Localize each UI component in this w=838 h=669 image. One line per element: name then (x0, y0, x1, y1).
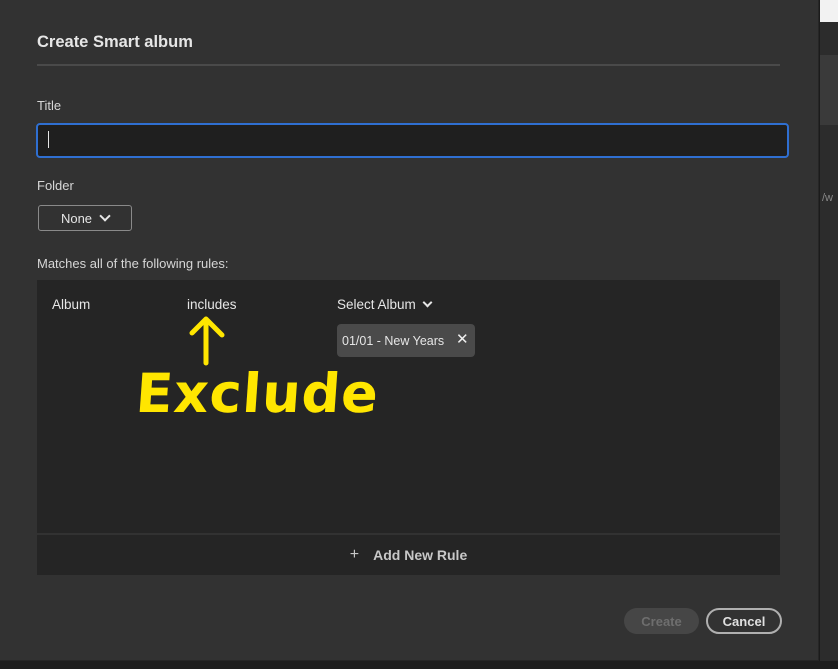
plus-icon: + (349, 546, 360, 563)
rules-label: Matches all of the following rules: (37, 256, 229, 271)
create-button[interactable]: Create (624, 608, 699, 634)
folder-dropdown-value: None (60, 210, 93, 226)
chevron-down-icon (99, 210, 111, 222)
create-smart-album-dialog: Create Smart album Title Folder None Mat… (0, 0, 819, 661)
background-strip (820, 55, 838, 125)
arrow-up-icon (189, 316, 225, 366)
annotation-text: Exclude (133, 362, 382, 425)
rule-operator[interactable]: includes (187, 297, 237, 312)
background-strip (0, 661, 838, 669)
add-new-rule-label: Add New Rule (373, 547, 468, 563)
rule-field[interactable]: Album (52, 297, 90, 312)
chevron-down-icon (422, 297, 433, 308)
select-album-label: Select Album (337, 297, 416, 312)
folder-dropdown[interactable]: None (38, 205, 132, 231)
select-album-dropdown[interactable]: Select Album (337, 297, 433, 312)
cancel-button[interactable]: Cancel (706, 608, 782, 634)
text-cursor (48, 131, 49, 148)
folder-label: Folder (37, 178, 74, 193)
close-icon[interactable]: ✕ (456, 331, 469, 349)
title-input[interactable] (36, 123, 789, 158)
title-divider (37, 64, 780, 66)
background-strip (820, 0, 838, 22)
background-window: /w (820, 0, 838, 669)
background-glyph: /w (822, 192, 833, 204)
title-label: Title (37, 98, 62, 113)
add-new-rule-button[interactable]: + Add New Rule (37, 535, 780, 575)
dialog-title: Create Smart album (37, 33, 193, 51)
